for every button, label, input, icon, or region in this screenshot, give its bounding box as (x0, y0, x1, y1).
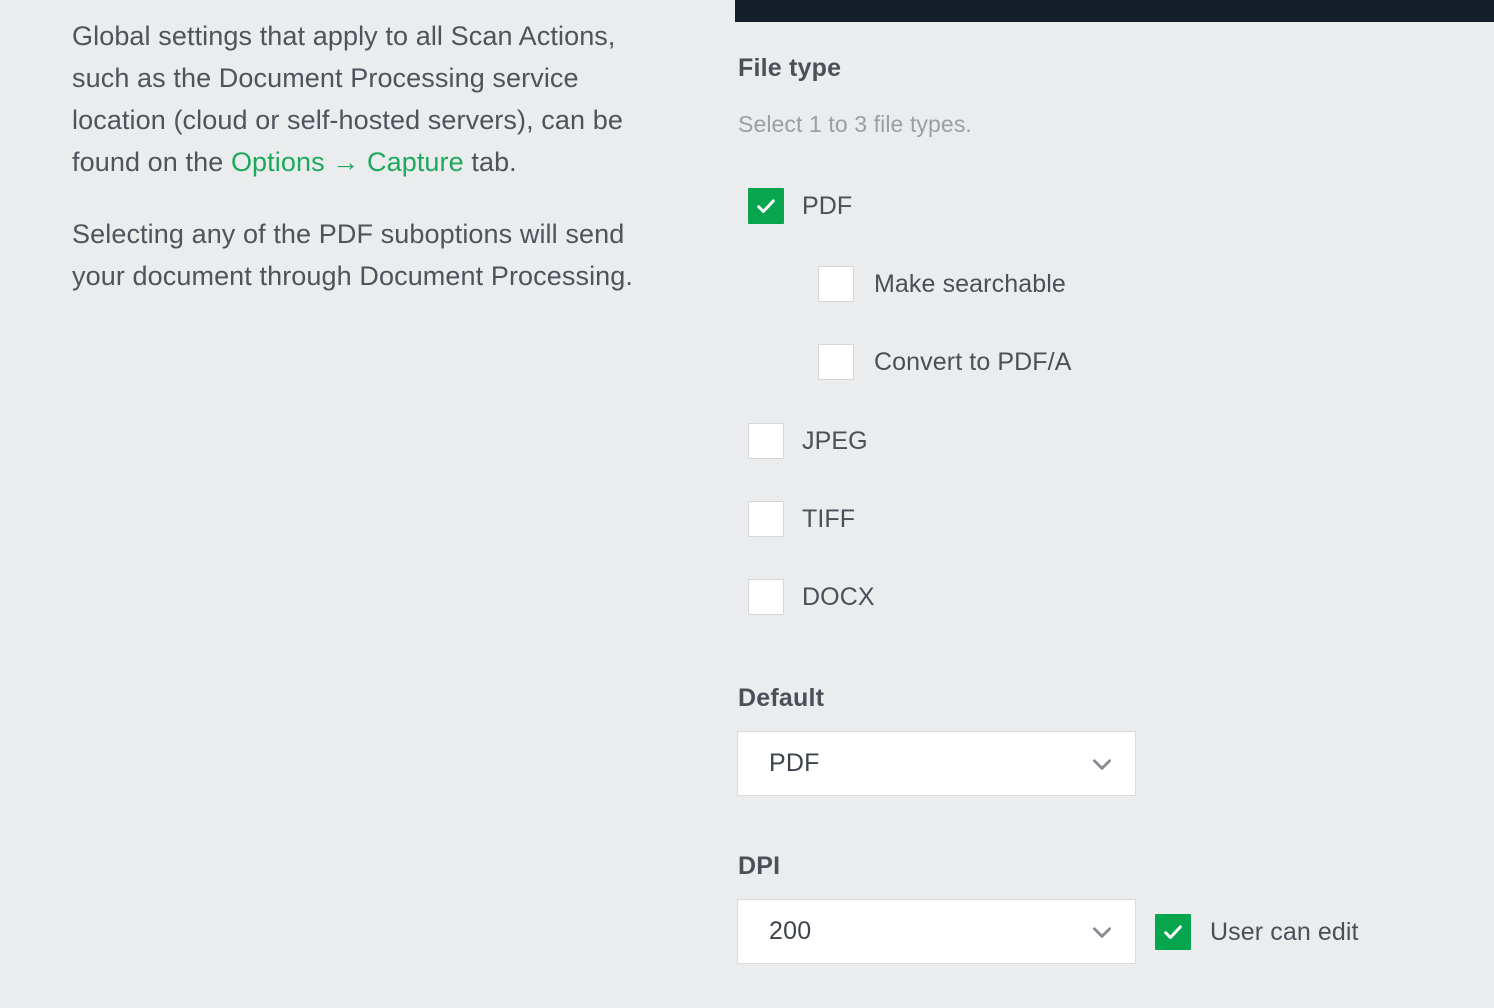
chevron-down-icon (1089, 919, 1115, 945)
checkbox-empty-icon[interactable] (748, 579, 784, 615)
help-paragraph-1-suffix: tab. (464, 147, 517, 177)
checkbox-row-make-searchable[interactable]: Make searchable (818, 266, 1066, 302)
checkbox-row-jpeg[interactable]: JPEG (748, 423, 868, 459)
checkbox-label-pdf: PDF (802, 192, 852, 221)
checkbox-label-jpeg: JPEG (802, 427, 868, 456)
help-paragraph-pdf-suboptions: Selecting any of the PDF suboptions will… (72, 213, 672, 297)
checkbox-empty-icon[interactable] (748, 501, 784, 537)
checkbox-row-user-can-edit[interactable]: User can edit (1155, 914, 1359, 950)
checkbox-empty-icon[interactable] (818, 266, 854, 302)
checkbox-label-tiff: TIFF (802, 505, 855, 534)
scan-settings-panel: File type Select 1 to 3 file types. PDF … (735, 0, 1494, 1008)
help-description-panel: Global settings that apply to all Scan A… (0, 0, 700, 1008)
checkbox-label-docx: DOCX (802, 583, 875, 612)
panel-titlebar (735, 0, 1494, 22)
checkbox-row-convert-to-pdfa[interactable]: Convert to PDF/A (818, 344, 1072, 380)
checkmark-icon[interactable] (748, 188, 784, 224)
checkbox-empty-icon[interactable] (818, 344, 854, 380)
default-file-type-value: PDF (769, 749, 820, 778)
options-capture-link[interactable]: Options → Capture (231, 147, 464, 177)
file-type-hint: Select 1 to 3 file types. (738, 111, 972, 138)
checkbox-row-tiff[interactable]: TIFF (748, 501, 855, 537)
checkbox-label-convert-to-pdfa: Convert to PDF/A (874, 348, 1072, 377)
checkmark-icon[interactable] (1155, 914, 1191, 950)
dpi-heading: DPI (738, 852, 780, 881)
file-type-heading: File type (738, 54, 841, 83)
chevron-down-icon (1089, 751, 1115, 777)
dpi-select[interactable]: 200 (737, 899, 1136, 964)
dpi-value: 200 (769, 917, 811, 946)
default-heading: Default (738, 684, 824, 713)
default-file-type-select[interactable]: PDF (737, 731, 1136, 796)
help-paragraph-global-settings: Global settings that apply to all Scan A… (72, 15, 672, 183)
checkbox-row-docx[interactable]: DOCX (748, 579, 875, 615)
checkbox-row-pdf[interactable]: PDF (748, 188, 852, 224)
checkbox-label-user-can-edit: User can edit (1210, 918, 1359, 947)
checkbox-empty-icon[interactable] (748, 423, 784, 459)
checkbox-label-make-searchable: Make searchable (874, 270, 1066, 299)
